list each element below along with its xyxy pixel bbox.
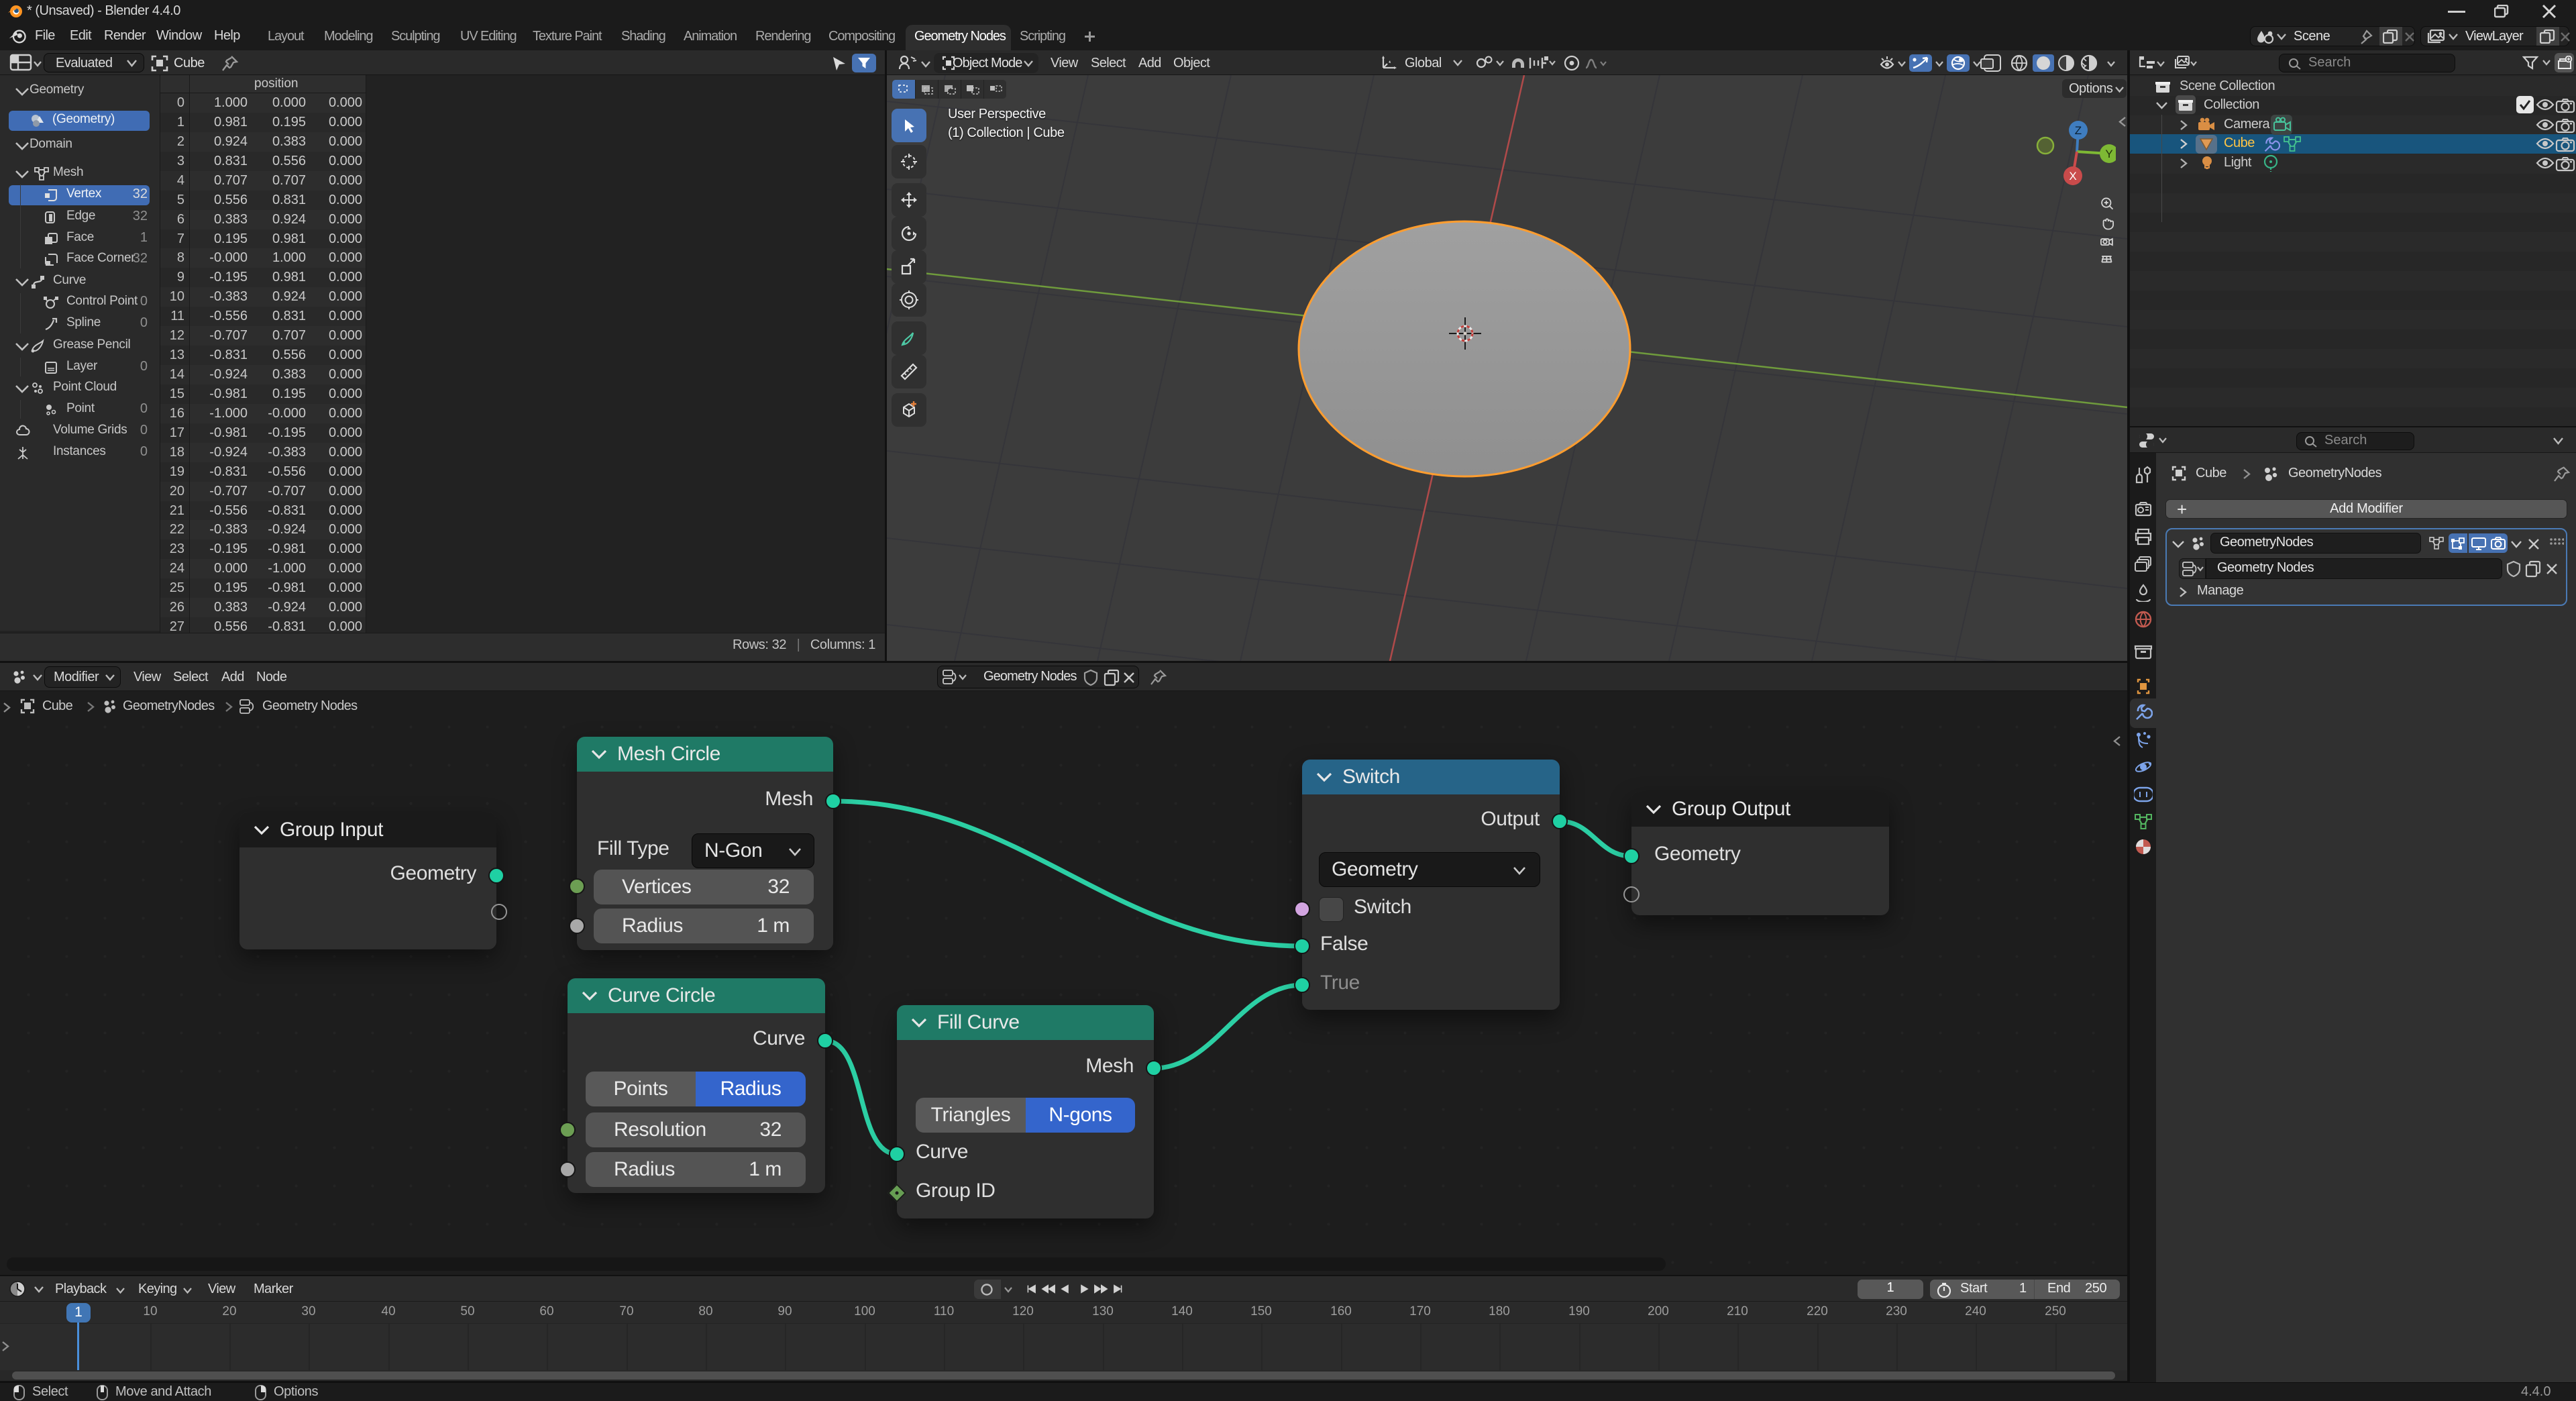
svg-text:X: X <box>2069 170 2076 183</box>
svg-text:Z: Z <box>2075 124 2082 137</box>
svg-text:Y: Y <box>2105 148 2112 160</box>
